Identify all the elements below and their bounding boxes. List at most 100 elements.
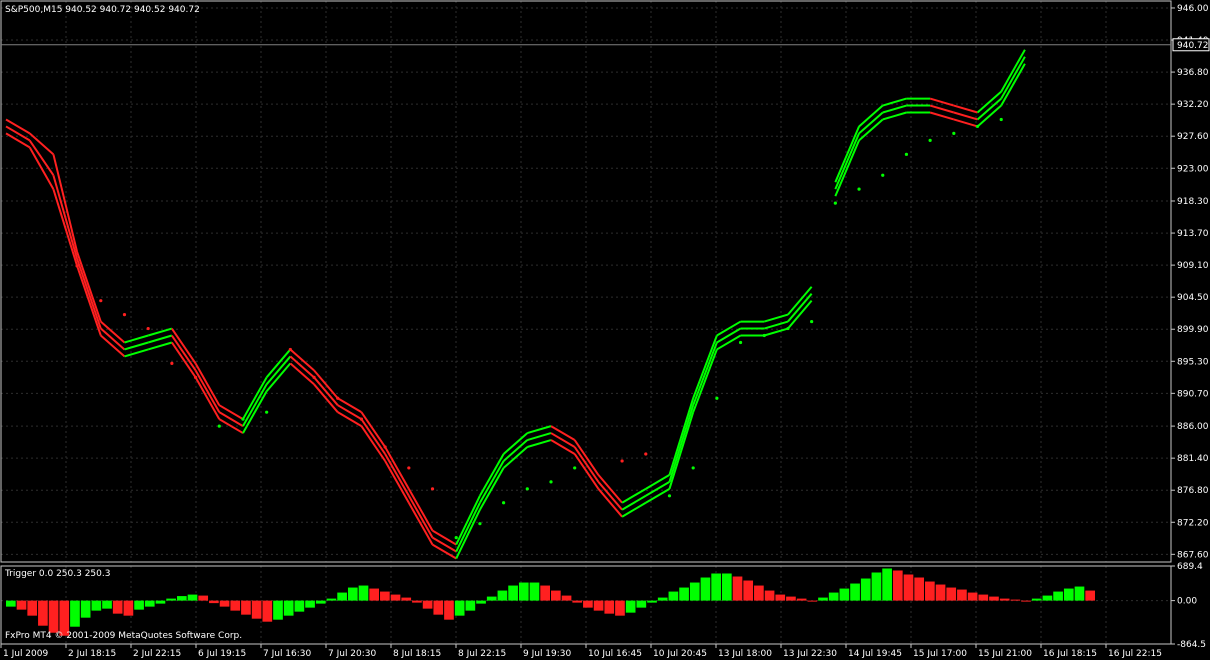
- histogram-bar: [978, 594, 989, 601]
- histogram-bar: [518, 582, 529, 601]
- y-tick-label: 872.20: [1177, 518, 1209, 528]
- histogram-bar: [176, 596, 187, 601]
- histogram-bar: [636, 600, 647, 608]
- y-tick-label: 932.20: [1177, 100, 1209, 110]
- x-tick-label: 9 Jul 19:30: [523, 649, 572, 659]
- histogram-bar: [155, 600, 166, 604]
- histogram-bar: [625, 600, 636, 613]
- histogram-bar: [743, 580, 754, 601]
- support-dot-late: [999, 117, 1003, 122]
- y-tick-label: 895.30: [1177, 357, 1209, 367]
- histogram-bar: [70, 600, 80, 627]
- histogram-bar: [615, 600, 625, 616]
- histogram-bar: [144, 600, 155, 607]
- histogram-bar: [604, 600, 615, 614]
- y-tick-label: 923.00: [1177, 164, 1209, 174]
- histogram-bar: [476, 600, 486, 604]
- support-dot-late: [928, 138, 932, 142]
- histogram-bar: [454, 600, 465, 616]
- histogram-bar: [390, 594, 401, 601]
- histogram-bar: [305, 600, 315, 608]
- histogram-bar: [593, 600, 604, 611]
- support-dot: [810, 319, 814, 324]
- current-price-label: 940.72: [1177, 41, 1209, 51]
- histogram-bar: [283, 600, 294, 616]
- histogram-bar: [1053, 591, 1063, 601]
- x-tick-label: 8 Jul 22:15: [458, 649, 506, 659]
- support-dot-late: [857, 187, 861, 191]
- symbol-header: S&P500,M15 940.52 940.72 940.52 940.72: [5, 5, 200, 15]
- histogram-bar: [337, 592, 347, 601]
- x-tick-label: 10 Jul 20:45: [653, 649, 707, 659]
- histogram-bar: [1085, 590, 1095, 601]
- histogram-bar: [754, 585, 764, 601]
- support-dot: [241, 417, 245, 421]
- histogram-bar: [422, 600, 433, 609]
- histogram-bar: [326, 598, 337, 601]
- support-dot: [715, 396, 719, 400]
- chart-root: 946.00941.40936.80932.20927.60923.00918.…: [0, 0, 1210, 660]
- histogram-bar: [540, 585, 550, 601]
- histogram-bar: [807, 600, 818, 602]
- histogram-bar: [16, 600, 27, 610]
- histogram-bar: [1063, 588, 1074, 601]
- histogram-bar: [882, 568, 892, 601]
- histogram-bar: [529, 582, 540, 601]
- histogram-bar: [892, 570, 903, 601]
- histogram-bar: [6, 600, 16, 607]
- y-tick-label: 867.60: [1177, 550, 1209, 560]
- resistance-dot: [312, 375, 316, 379]
- histogram-bar: [123, 600, 134, 616]
- histogram-bar: [647, 600, 657, 603]
- histogram-bar: [871, 572, 882, 601]
- histogram-bar: [657, 597, 668, 601]
- y-tick-label: 918.30: [1177, 197, 1209, 207]
- y-tick-label: 886.00: [1177, 422, 1209, 432]
- support-dot-late: [952, 131, 956, 136]
- histogram-bar: [721, 573, 732, 601]
- resistance-dot: [288, 347, 292, 352]
- support-dot: [573, 466, 577, 470]
- histogram-bar: [198, 595, 209, 601]
- support-dot: [217, 424, 221, 428]
- x-tick-label: 7 Jul 16:30: [263, 649, 312, 659]
- x-tick-label: 10 Jul 16:45: [588, 649, 642, 659]
- support-dot-late: [904, 152, 909, 156]
- histogram-bar: [839, 588, 850, 601]
- histogram-bar: [294, 600, 305, 612]
- sub-y-tick-label: 689.4: [1177, 562, 1203, 572]
- histogram-bar: [967, 592, 978, 601]
- x-tick-label: 13 Jul 22:30: [783, 649, 837, 659]
- histogram-bar: [700, 577, 711, 601]
- histogram-bar: [1010, 599, 1021, 601]
- histogram-bar: [850, 583, 860, 601]
- support-dot-late: [975, 124, 980, 129]
- histogram-bar: [219, 600, 230, 607]
- x-tick-label: 6 Jul 19:15: [198, 649, 246, 659]
- histogram-bar: [711, 573, 721, 601]
- resistance-dot: [430, 487, 435, 491]
- histogram-bar: [433, 600, 444, 615]
- sub-y-tick-label: -864.5: [1177, 640, 1206, 650]
- resistance-dot: [193, 375, 198, 379]
- support-dot: [478, 522, 482, 526]
- histogram-bar: [401, 597, 412, 601]
- histogram-bar: [775, 594, 786, 601]
- x-tick-label: 2 Jul 22:15: [133, 649, 181, 659]
- histogram-bar: [946, 587, 957, 601]
- y-tick-label: 876.80: [1177, 486, 1209, 496]
- histogram-bar: [999, 598, 1010, 601]
- histogram-bar: [369, 588, 380, 601]
- histogram-bar: [689, 582, 700, 601]
- support-dot: [667, 494, 672, 498]
- histogram-bar: [957, 589, 967, 601]
- resistance-dot: [620, 459, 624, 463]
- histogram-bar: [251, 600, 262, 619]
- indicator-title: Trigger 0.0 250.3 250.3: [4, 569, 110, 579]
- histogram-bar: [412, 600, 422, 603]
- histogram-bar: [209, 600, 219, 604]
- resistance-dot: [99, 299, 103, 303]
- support-dot: [691, 466, 695, 470]
- histogram-bar: [1074, 586, 1085, 601]
- histogram-bar: [828, 592, 839, 601]
